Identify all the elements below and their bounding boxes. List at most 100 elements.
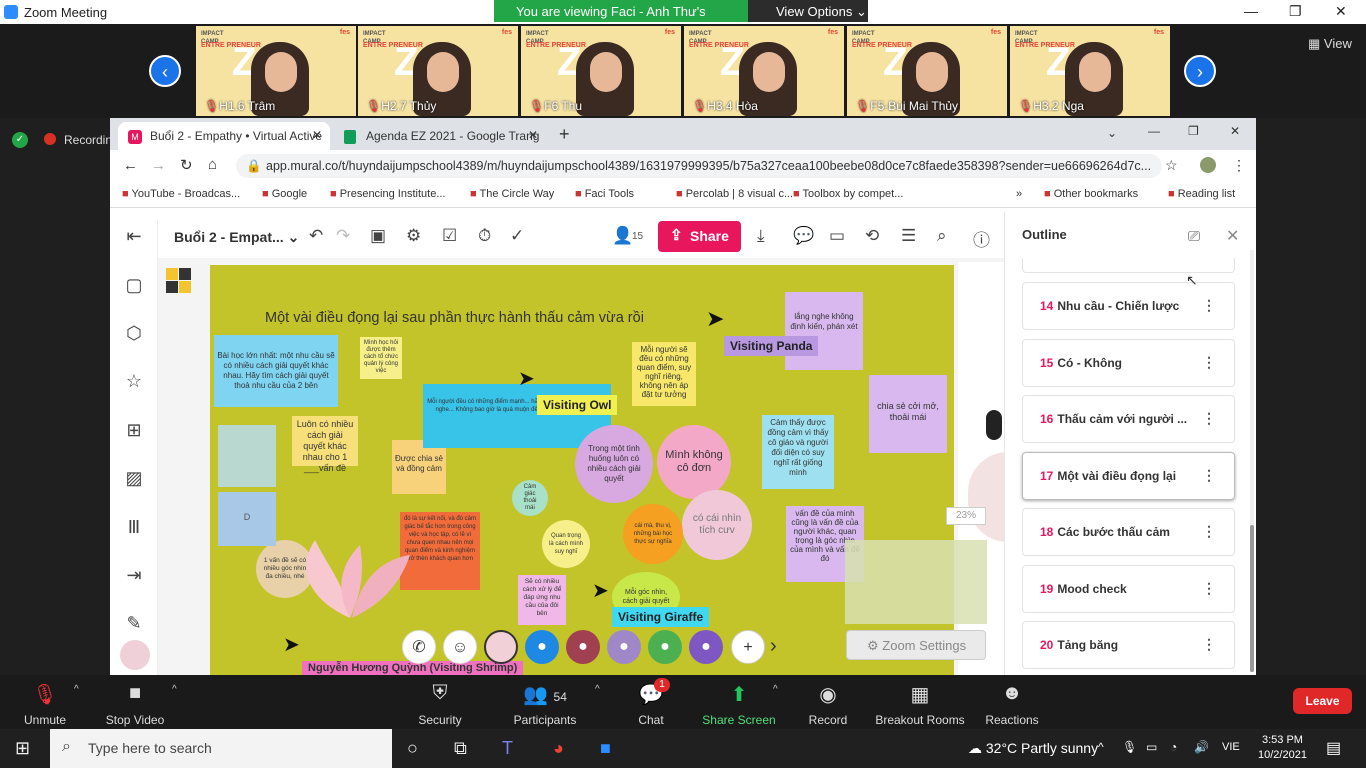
hippo-avatar-icon[interactable]: ●: [566, 630, 600, 664]
sticky-note[interactable]: Mình học hỏi được thêm cách tổ chức quản…: [360, 337, 402, 379]
frog-avatar-icon[interactable]: ●: [648, 630, 682, 664]
minimap[interactable]: [845, 540, 987, 624]
bookmark-item[interactable]: ■ Other bookmarks: [1044, 188, 1138, 200]
star-icon[interactable]: ☆: [124, 371, 144, 391]
image-icon[interactable]: ▨: [124, 468, 144, 488]
pen-icon[interactable]: ✎: [124, 613, 144, 633]
audio-options-icon[interactable]: ^: [74, 684, 79, 695]
home-icon[interactable]: ⌂: [208, 156, 217, 173]
outline-item[interactable]: 19 Mood check ⋮: [1022, 564, 1235, 613]
bookmark-item[interactable]: ■ Faci Tools: [575, 188, 634, 200]
facilitation-icon[interactable]: ⚙: [406, 226, 421, 246]
participant-video[interactable]: IMPACT CAMP ENTRE PRENEUR Zfes 🎙H1.6 Trâm: [196, 26, 356, 116]
bookmark-star-icon[interactable]: ☆: [1165, 157, 1178, 174]
comments-icon[interactable]: ▭: [829, 226, 845, 246]
circle-note[interactable]: có cái nhìn tích cưv: [682, 490, 752, 560]
avatar[interactable]: [484, 630, 518, 664]
outline-item[interactable]: 14 Nhu cầu - Chiến lược ⋮: [1022, 282, 1235, 330]
participant-video[interactable]: IMPACT CAMP ENTRE PRENEUR Zfes 🎙H3.4 Hòa: [684, 26, 844, 116]
sticky-note[interactable]: Bài học lớn nhất: một nhu cầu sẽ có nhiề…: [214, 335, 338, 407]
taskbar-search-input[interactable]: ⌕ Type here to search: [50, 729, 392, 768]
chrome-icon[interactable]: ◕: [553, 738, 564, 759]
bookmark-item[interactable]: ■ Presencing Institute...: [330, 188, 445, 200]
new-tab-button[interactable]: +: [559, 124, 570, 145]
more-options-icon[interactable]: ⋮: [1202, 636, 1216, 653]
voting-icon[interactable]: ✓: [510, 226, 524, 246]
minimize-icon[interactable]: —: [1244, 3, 1258, 19]
tab-search-icon[interactable]: ⌄: [1107, 126, 1117, 140]
notifications-icon[interactable]: ▤: [1326, 738, 1341, 758]
close-tab-icon[interactable]: ✕: [528, 128, 538, 142]
list-icon[interactable]: ☰: [901, 226, 916, 246]
frame-icon[interactable]: ⊞: [124, 420, 144, 440]
share-button[interactable]: ⇪ Share: [658, 221, 741, 252]
reactions-button[interactable]: ☻ Reactions: [967, 682, 1057, 727]
sticky-note[interactable]: Mỗi người sẽ đều có những quan điểm, suy…: [632, 342, 696, 406]
sticky-note[interactable]: Được chia sẻ và đồng cảm: [392, 440, 446, 494]
library-icon[interactable]: Ⅲ: [124, 517, 144, 537]
menu-icon[interactable]: ⋮: [1232, 157, 1246, 174]
stop-video-button[interactable]: ■ Stop Video: [90, 682, 180, 727]
sloth-avatar-icon[interactable]: ●: [607, 630, 641, 664]
reload-icon[interactable]: ↻: [180, 156, 193, 174]
participants-options-icon[interactable]: ^: [595, 684, 600, 695]
clock[interactable]: 3:53 PM 10/2/2021: [1258, 733, 1307, 763]
more-avatars-icon[interactable]: ›: [770, 635, 777, 658]
more-options-icon[interactable]: ⋮: [1202, 410, 1216, 427]
view-button[interactable]: ▦ View: [1308, 36, 1352, 52]
collapse-icon[interactable]: ⇤: [124, 226, 144, 246]
video-options-icon[interactable]: ^: [172, 684, 177, 695]
download-icon[interactable]: ⤓: [757, 226, 765, 246]
outline-item[interactable]: 20 Tảng băng ⋮: [1022, 621, 1235, 669]
tab-agenda[interactable]: Agenda EZ 2021 - Google Trang ✕: [334, 122, 546, 150]
sticky-note[interactable]: Luôn có nhiều cách giải quyết khác nhau …: [292, 416, 358, 473]
outline-scrollbar[interactable]: [1250, 250, 1254, 672]
bookmark-item[interactable]: ■ The Circle Way: [470, 188, 554, 200]
browser-restore-icon[interactable]: ❐: [1188, 124, 1199, 138]
task-view-icon[interactable]: ⧉: [454, 738, 467, 759]
timer-icon[interactable]: ⏱: [478, 226, 491, 246]
sticky-note[interactable]: [218, 425, 276, 487]
search-board-icon[interactable]: ⌕: [937, 226, 947, 246]
sticky-note[interactable]: lắng nghe không định kiến, phán xét: [785, 292, 863, 370]
sticky-note[interactable]: Cảm thấy được đồng cảm vì thấy cô giáo v…: [762, 415, 834, 489]
shapes-icon[interactable]: ⬡: [124, 323, 144, 343]
zoom-level[interactable]: 23%: [946, 507, 986, 525]
weather-widget[interactable]: ☁ 32°C Partly sunny: [968, 740, 1098, 757]
redo-icon[interactable]: ↷: [336, 226, 350, 246]
more-options-icon[interactable]: ⋮: [1202, 354, 1216, 371]
outline-item[interactable]: 18 Các bước thấu cảm ⋮: [1022, 508, 1235, 556]
present-icon[interactable]: ⎚: [1188, 228, 1200, 245]
next-page-icon[interactable]: ›: [1184, 55, 1216, 87]
koala-avatar-icon[interactable]: ●: [525, 630, 559, 664]
volume-icon[interactable]: 🔊: [1194, 740, 1209, 754]
recording-indicator[interactable]: Recording: [64, 133, 110, 147]
participant-video[interactable]: IMPACT CAMP ENTRE PRENEUR Zfes 🎙H3.2 Nga: [1010, 26, 1170, 116]
more-options-icon[interactable]: ⋮: [1202, 467, 1216, 484]
import-icon[interactable]: ⇥: [124, 565, 144, 585]
members-icon[interactable]: 👤: [612, 226, 633, 246]
browser-close-icon[interactable]: ✕: [1230, 124, 1240, 138]
tray-mic-icon[interactable]: 🎙: [1122, 740, 1137, 754]
undo-icon[interactable]: ↶: [309, 226, 323, 246]
forward-icon[interactable]: →: [151, 157, 166, 174]
tab-mural[interactable]: M Buổi 2 - Empathy • Virtual Active ✕: [118, 122, 330, 150]
add-collaborator-icon[interactable]: +: [731, 630, 765, 664]
participant-video[interactable]: IMPACT CAMP ENTRE PRENEUR Zfes 🎙F6 Thu: [521, 26, 681, 116]
outline-item-partial[interactable]: [1022, 258, 1235, 273]
tray-chevron-icon[interactable]: ^: [1098, 740, 1104, 754]
share-options-icon[interactable]: ^: [773, 684, 778, 695]
outline-item[interactable]: 15 Có - Không ⋮: [1022, 338, 1235, 387]
outline-frame-icon[interactable]: ☑: [442, 226, 457, 246]
prev-page-icon[interactable]: ‹: [149, 55, 181, 87]
leave-button[interactable]: Leave: [1293, 688, 1352, 714]
panda-avatar-icon[interactable]: ●: [689, 630, 723, 664]
breakout-rooms-button[interactable]: ▦ Breakout Rooms: [870, 682, 970, 727]
zoom-settings-button[interactable]: ⚙ Zoom Settings: [846, 630, 986, 660]
more-options-icon[interactable]: ⋮: [1202, 580, 1216, 597]
participant-video[interactable]: IMPACT CAMP ENTRE PRENEUR Zfes 🎙F5-Bùi Mai …: [847, 26, 1007, 116]
close-outline-icon[interactable]: ✕: [1226, 226, 1239, 246]
outline-toggle-icon[interactable]: ▣: [370, 226, 386, 246]
bookmark-item[interactable]: ■ YouTube - Broadcas...: [122, 188, 240, 200]
sticky-note-icon[interactable]: ▢: [124, 275, 144, 295]
